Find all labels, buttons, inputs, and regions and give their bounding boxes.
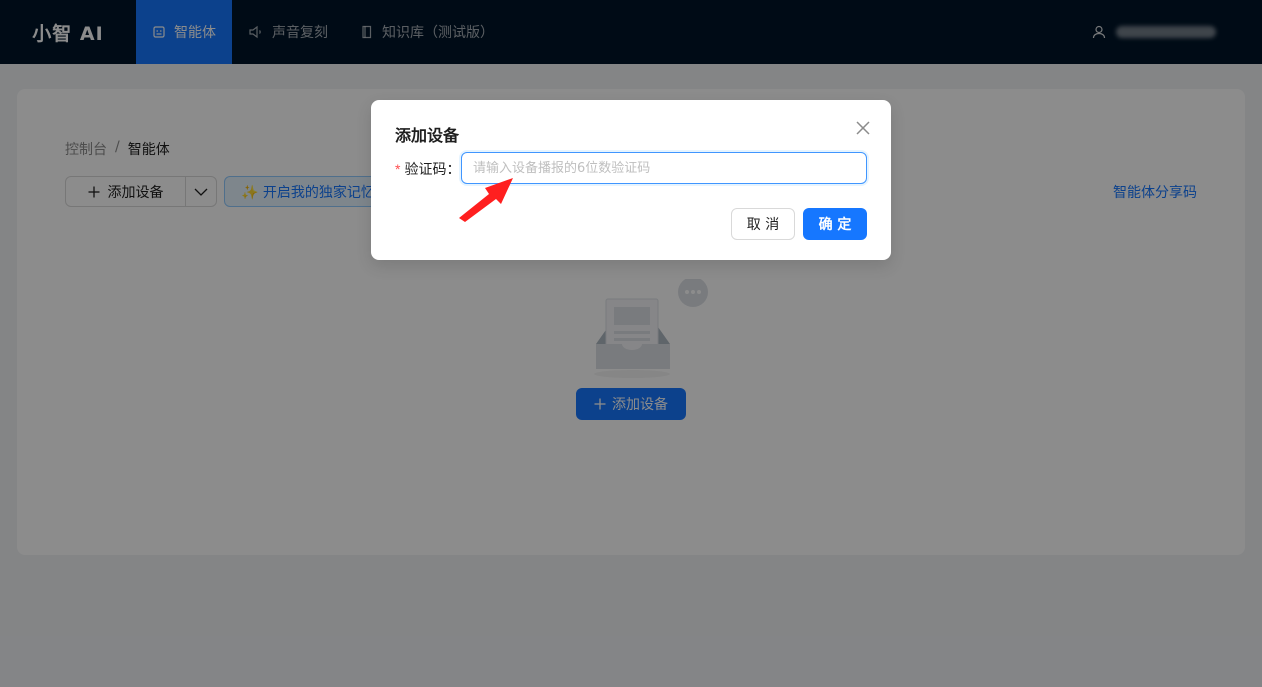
confirm-button[interactable]: 确 定 [803,208,867,240]
verification-code-input[interactable] [461,152,867,184]
required-mark: * [395,161,401,177]
modal-title: 添加设备 [395,126,460,145]
verification-code-label-text: 验证码： [404,162,461,178]
verification-code-label: * 验证码： [395,159,460,179]
cancel-button[interactable]: 取 消 [731,208,795,240]
add-device-modal: 添加设备 *验证码： 取 消 确 定 [371,100,891,260]
annotation-arrow-icon [459,178,513,222]
close-icon[interactable] [853,118,873,138]
